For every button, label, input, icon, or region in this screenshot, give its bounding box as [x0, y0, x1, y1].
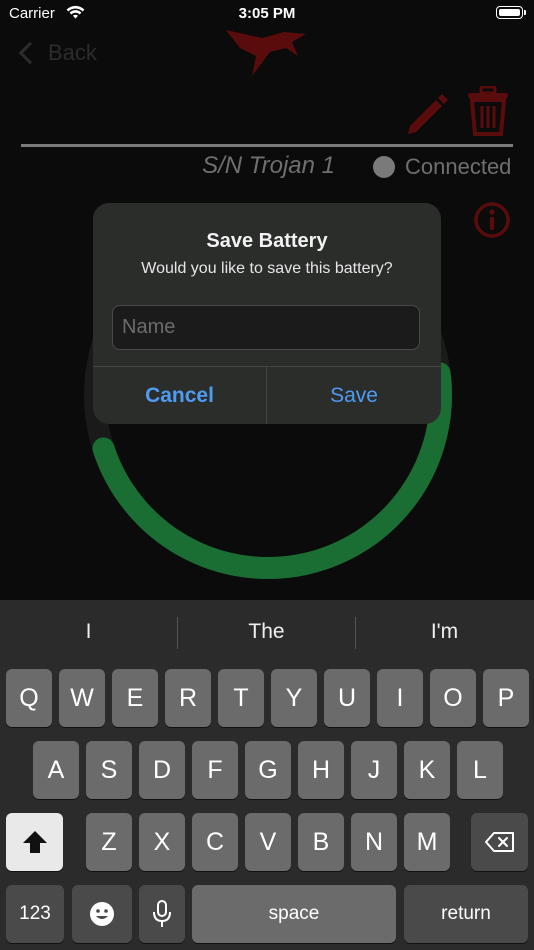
connection-dot [373, 156, 395, 178]
pencil-icon[interactable] [404, 90, 450, 134]
key-e[interactable]: E [112, 669, 158, 727]
key-y[interactable]: Y [271, 669, 317, 727]
alert-message: Would you like to save this battery? [141, 260, 393, 277]
suggestion-2[interactable]: The [178, 614, 355, 650]
chevron-left-icon [18, 41, 42, 65]
key-x[interactable]: X [139, 813, 185, 871]
return-key[interactable]: return [404, 885, 528, 943]
key-b[interactable]: B [298, 813, 344, 871]
key-f[interactable]: F [192, 741, 238, 799]
microphone-icon [153, 900, 171, 927]
space-key[interactable]: space [192, 885, 396, 943]
emoji-key[interactable] [72, 885, 132, 943]
keyboard: I The I'm Q W E R T Y U I O P A S D F G … [0, 600, 534, 950]
dictation-key[interactable] [139, 885, 185, 943]
cancel-button[interactable]: Cancel [93, 367, 266, 424]
key-m[interactable]: M [404, 813, 450, 871]
key-d[interactable]: D [139, 741, 185, 799]
suggestion-3[interactable]: I'm [356, 614, 533, 650]
logo-icon [226, 30, 306, 76]
key-t[interactable]: T [218, 669, 264, 727]
key-j[interactable]: J [351, 741, 397, 799]
alert-title: Save Battery [206, 230, 328, 252]
connection-status: Connected [405, 154, 512, 179]
backspace-icon [484, 832, 514, 852]
back-button[interactable]: Back [16, 40, 97, 66]
key-h[interactable]: H [298, 741, 344, 799]
battery-icon [496, 6, 523, 19]
clock: 3:05 PM [238, 5, 296, 22]
trash-icon[interactable] [466, 86, 510, 136]
shift-key[interactable] [6, 813, 63, 871]
back-label: Back [48, 40, 97, 65]
shift-icon [22, 831, 47, 853]
key-k[interactable]: K [404, 741, 450, 799]
header-divider [21, 144, 513, 147]
backspace-key[interactable] [471, 813, 528, 871]
key-g[interactable]: G [245, 741, 291, 799]
save-battery-alert: Save Battery Would you like to save this… [93, 203, 441, 424]
emoji-icon [90, 902, 114, 926]
key-r[interactable]: R [165, 669, 211, 727]
key-u[interactable]: U [324, 669, 370, 727]
key-w[interactable]: W [59, 669, 105, 727]
key-v[interactable]: V [245, 813, 291, 871]
suggestion-1[interactable]: I [0, 614, 177, 650]
key-a[interactable]: A [33, 741, 79, 799]
key-s[interactable]: S [86, 741, 132, 799]
numbers-key[interactable]: 123 [6, 885, 64, 943]
key-l[interactable]: L [457, 741, 503, 799]
save-button[interactable]: Save [267, 367, 441, 424]
key-q[interactable]: Q [6, 669, 52, 727]
key-c[interactable]: C [192, 813, 238, 871]
status-bar: Carrier 3:05 PM [0, 0, 534, 28]
info-icon[interactable] [473, 201, 511, 239]
key-n[interactable]: N [351, 813, 397, 871]
key-i[interactable]: I [377, 669, 423, 727]
key-z[interactable]: Z [86, 813, 132, 871]
serial-number: S/N Trojan 1 [202, 152, 335, 179]
battery-name-input[interactable] [112, 305, 420, 350]
key-o[interactable]: O [430, 669, 476, 727]
key-p[interactable]: P [483, 669, 529, 727]
